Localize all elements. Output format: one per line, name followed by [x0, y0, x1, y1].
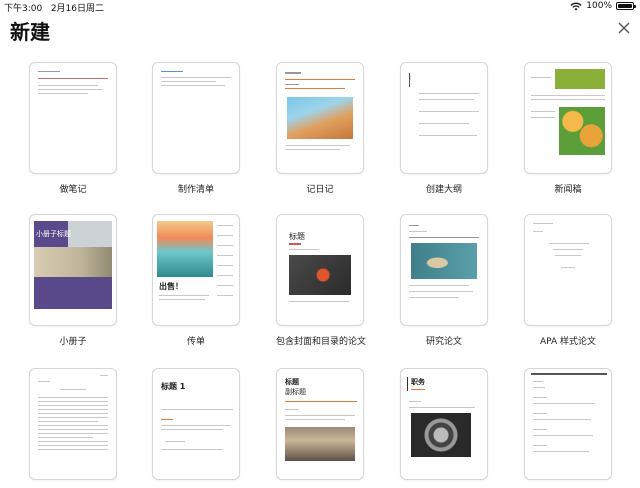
battery-icon [616, 2, 636, 10]
template-tile-apa-paper[interactable]: APA 样式论文 [524, 214, 612, 347]
template-tile-outline[interactable]: I 创建大纲 [400, 62, 488, 195]
template-label: 包含封面和目录的论文 [276, 337, 367, 347]
template-thumbnail[interactable]: 标题 [276, 214, 364, 326]
template-tile-row3-3[interactable]: 标题 副标题 [276, 368, 364, 488]
template-label: 传单 [186, 337, 205, 347]
template-tile-notes[interactable]: 做笔记 [29, 62, 117, 195]
template-thumbnail[interactable]: 小册子标题 [29, 214, 117, 326]
template-tile-checklist[interactable]: 制作清单 [152, 62, 240, 195]
battery-percentage: 100% [586, 1, 612, 11]
template-tile-journal[interactable]: 记日记 [276, 62, 364, 195]
template-label: 创建大纲 [425, 185, 462, 195]
template-tile-flyer[interactable]: 出售！ 传单 [152, 214, 240, 347]
template-thumbnail[interactable] [29, 368, 117, 480]
template-tile-row3-5[interactable] [524, 368, 612, 488]
template-label: 做笔记 [59, 185, 87, 195]
template-thumbnail[interactable] [524, 62, 612, 174]
template-thumbnail[interactable]: 出售！ [152, 214, 240, 326]
status-time-date: 下午3:00 2月16日周二 [4, 1, 104, 14]
template-thumbnail[interactable] [152, 62, 240, 174]
template-tile-brochure[interactable]: 小册子标题 小册子 [29, 214, 117, 347]
template-label: 新闻稿 [554, 185, 582, 195]
template-thumbnail[interactable]: 标题 副标题 [276, 368, 364, 480]
template-thumbnail[interactable] [524, 214, 612, 326]
page-title: 新建 [10, 20, 50, 44]
template-label: 研究论文 [425, 337, 462, 347]
template-tile-row3-2[interactable]: 标题 1 [152, 368, 240, 488]
template-thumbnail[interactable]: I [400, 62, 488, 174]
status-indicators: 100% [570, 1, 636, 11]
template-tile-row3-1[interactable] [29, 368, 117, 488]
template-tile-essay-cover[interactable]: 标题 包含封面和目录的论文 [276, 214, 367, 347]
template-label: APA 样式论文 [539, 337, 597, 347]
template-label: 制作清单 [177, 185, 214, 195]
status-time: 下午3:00 [4, 4, 43, 14]
template-tile-research-paper[interactable]: 研究论文 [400, 214, 488, 347]
status-date: 2月16日周二 [50, 4, 104, 14]
template-tile-newsletter[interactable]: 新闻稿 [524, 62, 612, 195]
template-label: 记日记 [306, 185, 334, 195]
template-tile-row3-4[interactable]: 职务 [400, 368, 488, 488]
status-bar: 下午3:00 2月16日周二 100% [0, 0, 640, 14]
template-thumbnail[interactable] [524, 368, 612, 480]
template-thumbnail[interactable]: 标题 1 [152, 368, 240, 480]
template-thumbnail[interactable] [276, 62, 364, 174]
template-thumbnail[interactable] [29, 62, 117, 174]
template-thumbnail[interactable]: 职务 [400, 368, 488, 480]
close-icon[interactable] [616, 20, 632, 36]
template-label: 小册子 [59, 337, 87, 347]
wifi-icon [570, 2, 582, 10]
template-thumbnail[interactable] [400, 214, 488, 326]
